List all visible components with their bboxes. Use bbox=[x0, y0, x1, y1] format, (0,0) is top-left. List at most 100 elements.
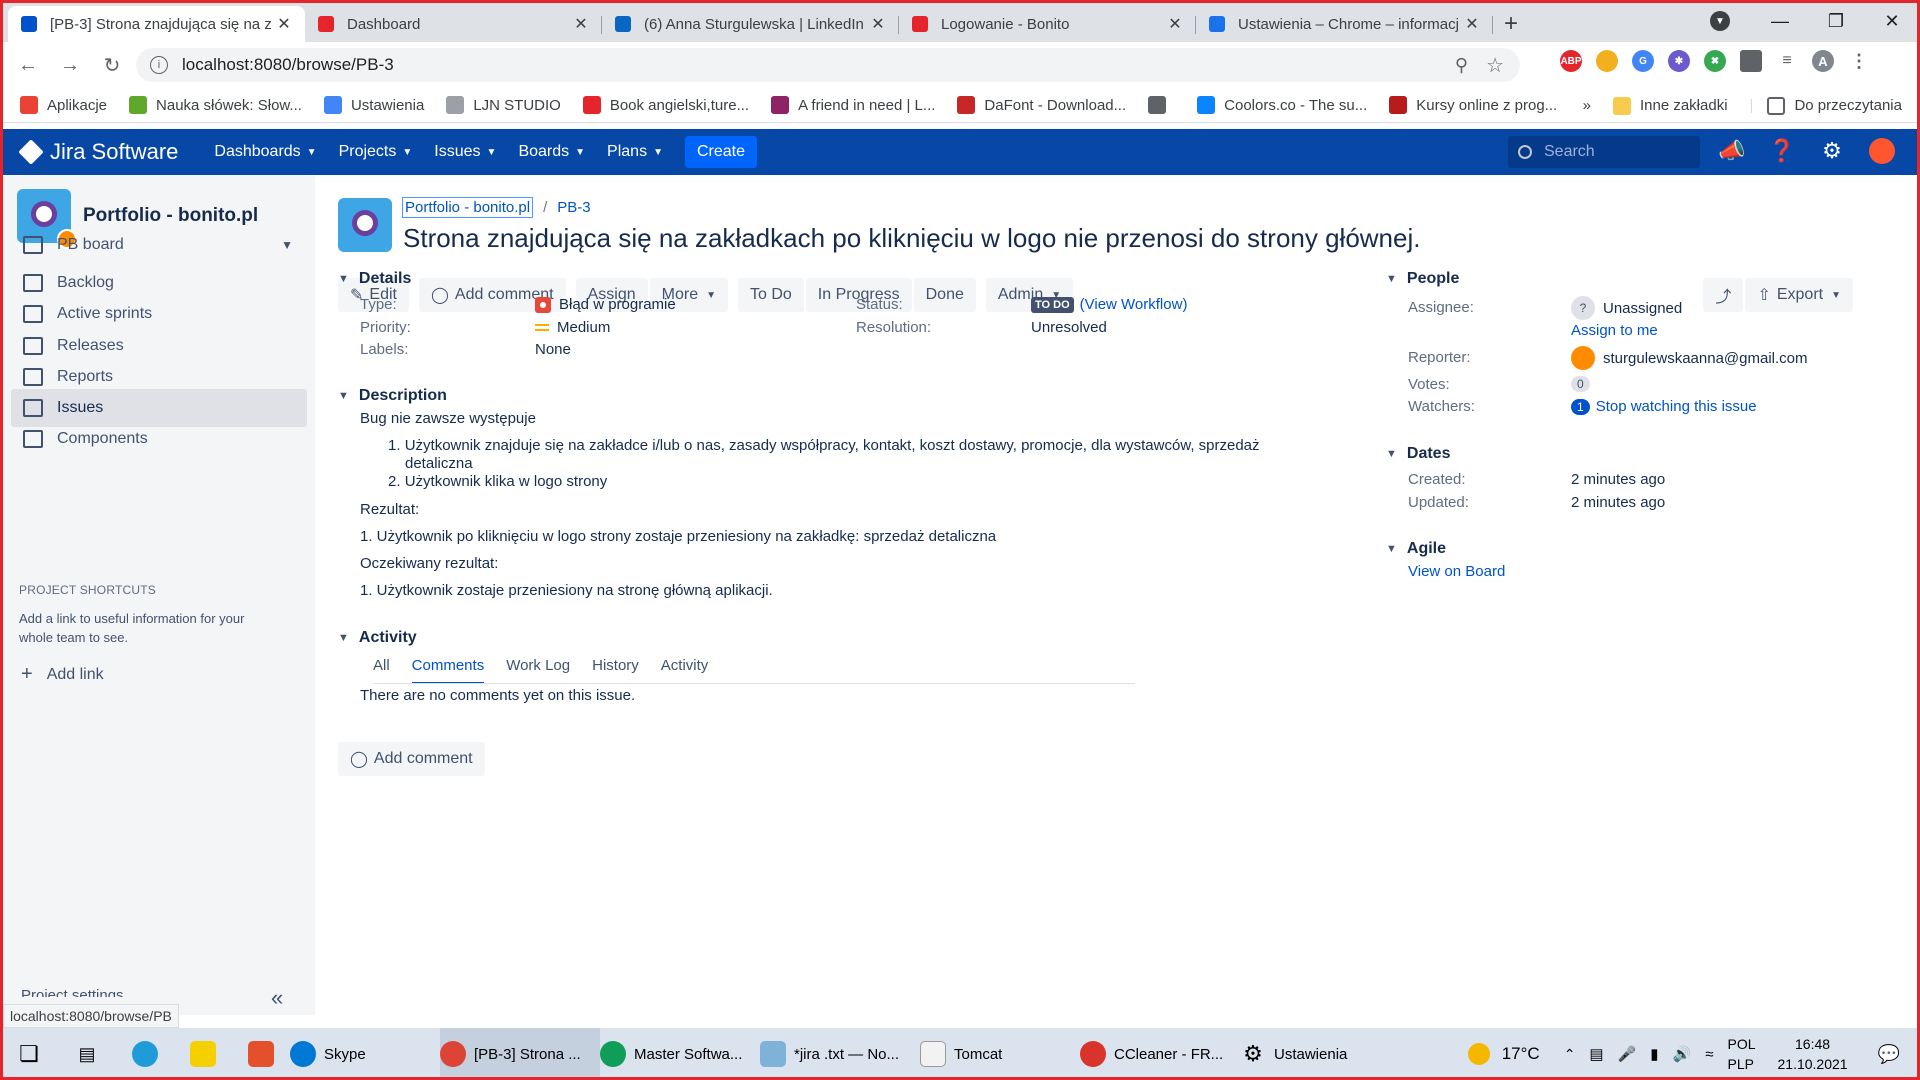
taskbar-app-settings[interactable]: ⚙ Ustawienia bbox=[1240, 1028, 1390, 1080]
close-window-icon[interactable]: ✕ bbox=[1864, 0, 1920, 42]
reporter-text[interactable]: sturgulewskaanna@gmail.com bbox=[1603, 350, 1808, 367]
tab-history[interactable]: History bbox=[592, 657, 639, 684]
office-icon[interactable] bbox=[232, 1028, 290, 1080]
jira-logo[interactable]: Jira Software bbox=[18, 139, 178, 165]
menu-projects[interactable]: Projects ▼ bbox=[339, 143, 413, 161]
assign-to-me-link[interactable]: Assign to me bbox=[1571, 322, 1658, 339]
address-bar[interactable]: i localhost:8080/browse/PB-3 ⚲ ☆ bbox=[136, 48, 1520, 82]
export-button[interactable]: ⇧ Export ▼ bbox=[1745, 278, 1853, 312]
bookmark-item[interactable]: LJN STUDIO bbox=[446, 96, 561, 114]
minimize-icon[interactable]: — bbox=[1752, 0, 1808, 42]
gear-icon[interactable]: ⚙ bbox=[1816, 135, 1848, 167]
adblock-icon[interactable]: ABP bbox=[1560, 50, 1582, 72]
help-icon[interactable]: ❓ bbox=[1766, 135, 1798, 167]
tab-work-log[interactable]: Work Log bbox=[506, 657, 570, 684]
megaphone-icon[interactable]: 📣 bbox=[1716, 135, 1748, 167]
details-section-header[interactable]: ▼ Details bbox=[338, 270, 411, 288]
extension-icon[interactable]: ✖ bbox=[1704, 50, 1726, 72]
issue-title[interactable]: Strona znajdująca się na zakładkach po k… bbox=[403, 223, 1420, 254]
taskbar-app-skype[interactable]: Skype bbox=[290, 1028, 440, 1080]
close-tab-icon[interactable]: ✕ bbox=[572, 14, 590, 34]
reading-list-icon[interactable]: ≡ bbox=[1776, 50, 1798, 72]
breadcrumb-project[interactable]: Portfolio - bonito.pl bbox=[402, 197, 534, 218]
watchers-count[interactable]: 1 bbox=[1571, 398, 1590, 415]
site-info-icon[interactable]: i bbox=[150, 56, 168, 74]
share-button[interactable]: ⤴ bbox=[1703, 278, 1744, 312]
forward-icon[interactable]: → bbox=[52, 47, 88, 83]
breadcrumb-issue-key[interactable]: PB-3 bbox=[557, 199, 590, 216]
wifi-icon[interactable]: ≈ bbox=[1705, 1046, 1713, 1063]
task-view-icon[interactable]: ▤ bbox=[58, 1028, 116, 1080]
description-section-header[interactable]: ▼ Description bbox=[338, 387, 447, 405]
people-section-header[interactable]: ▼ People bbox=[1386, 270, 1459, 288]
new-tab-icon[interactable]: + bbox=[1493, 6, 1529, 42]
zoom-icon[interactable]: ⚲ bbox=[1455, 55, 1468, 76]
taskbar-app-notepad[interactable]: *jira .txt — No... bbox=[760, 1028, 920, 1080]
board-selector[interactable]: PB board ▼ bbox=[11, 226, 307, 264]
done-button[interactable]: Done bbox=[913, 278, 976, 312]
project-settings-link[interactable]: Project settings bbox=[21, 987, 124, 997]
create-button[interactable]: Create bbox=[684, 136, 758, 168]
bookmark-item[interactable]: Book angielski,ture... bbox=[582, 96, 749, 114]
edge-icon[interactable] bbox=[116, 1028, 174, 1080]
menu-dashboards[interactable]: Dashboards ▼ bbox=[214, 143, 316, 161]
bookmark-item[interactable] bbox=[1148, 96, 1175, 114]
reading-list[interactable]: Do przeczytania bbox=[1767, 96, 1902, 115]
volume-icon[interactable]: 🔊 bbox=[1673, 1045, 1692, 1063]
profile-avatar[interactable]: A bbox=[1812, 50, 1834, 72]
taskbar-app-chrome-jira[interactable]: [PB-3] Strona ... bbox=[440, 1028, 600, 1080]
bookmark-item[interactable]: Kursy online z prog... bbox=[1389, 96, 1557, 114]
close-tab-icon[interactable]: ✕ bbox=[1463, 14, 1481, 34]
bookmarks-overflow-icon[interactable]: » bbox=[1583, 97, 1591, 114]
votes-value[interactable]: 0 bbox=[1571, 376, 1590, 392]
browser-tab[interactable]: Ustawienia – Chrome – informacj ✕ bbox=[1196, 6, 1493, 42]
taskbar-app-tomcat[interactable]: Tomcat bbox=[920, 1028, 1080, 1080]
reload-icon[interactable]: ↻ bbox=[94, 47, 130, 83]
stop-watching-link[interactable]: Stop watching this issue bbox=[1596, 398, 1757, 415]
view-workflow-link[interactable]: (View Workflow) bbox=[1080, 296, 1188, 313]
browser-tab[interactable]: [PB-3] Strona znajdująca się na z ✕ bbox=[8, 6, 305, 42]
sidebar-item-components[interactable]: Components bbox=[11, 420, 307, 458]
bookmark-folder-other[interactable]: Inne zakładki bbox=[1612, 96, 1728, 115]
user-avatar[interactable] bbox=[1866, 135, 1898, 167]
bookmark-star-icon[interactable]: ☆ bbox=[1486, 53, 1504, 78]
menu-dots-icon[interactable]: ⋮ bbox=[1848, 50, 1870, 72]
view-on-board-link[interactable]: View on Board bbox=[1408, 563, 1505, 580]
chevron-up-icon[interactable]: ⌃ bbox=[1564, 1046, 1576, 1063]
menu-plans[interactable]: Plans ▼ bbox=[607, 143, 663, 161]
microphone-icon[interactable]: 🎤 bbox=[1618, 1045, 1637, 1063]
extension-icon[interactable]: ✱ bbox=[1668, 50, 1690, 72]
search-input[interactable]: Search bbox=[1508, 136, 1700, 168]
agile-section-header[interactable]: ▼ Agile bbox=[1386, 540, 1446, 558]
collapse-sidebar-icon[interactable]: « bbox=[271, 985, 283, 1011]
language-indicator[interactable]: POL PLP bbox=[1727, 1034, 1755, 1074]
bookmark-item[interactable]: Coolors.co - The su... bbox=[1197, 96, 1367, 114]
weather-sun-icon[interactable] bbox=[1467, 1043, 1490, 1065]
clock[interactable]: 16:48 21.10.2021 bbox=[1778, 1034, 1848, 1074]
menu-issues[interactable]: Issues ▼ bbox=[434, 143, 496, 161]
temperature[interactable]: 17°C bbox=[1502, 1044, 1540, 1064]
menu-boards[interactable]: Boards ▼ bbox=[518, 143, 585, 161]
puzzle-icon[interactable] bbox=[1740, 50, 1762, 72]
taskbar-app-ccleaner[interactable]: CCleaner - FR... bbox=[1080, 1028, 1240, 1080]
translate-icon[interactable]: G bbox=[1632, 50, 1654, 72]
bookmark-item[interactable]: A friend in need | L... bbox=[771, 96, 935, 114]
taskbar-app-chrome-master[interactable]: Master Softwa... bbox=[600, 1028, 760, 1080]
close-tab-icon[interactable]: ✕ bbox=[1166, 14, 1184, 34]
bookmark-item[interactable]: DaFont - Download... bbox=[957, 96, 1126, 114]
browser-tab[interactable]: Logowanie - Bonito ✕ bbox=[899, 6, 1196, 42]
tab-all[interactable]: All bbox=[373, 657, 390, 684]
battery-icon[interactable]: ▮ bbox=[1650, 1045, 1658, 1063]
bookmark-item[interactable]: Nauka słówek: Słow... bbox=[129, 96, 302, 114]
back-icon[interactable]: ← bbox=[10, 47, 46, 83]
add-comment-bottom-button[interactable]: ◯ Add comment bbox=[338, 742, 485, 776]
todo-button[interactable]: To Do bbox=[738, 278, 804, 312]
bookmark-item[interactable]: Ustawienia bbox=[323, 96, 424, 114]
sticky-notes-icon[interactable] bbox=[174, 1028, 232, 1080]
dates-section-header[interactable]: ▼ Dates bbox=[1386, 445, 1450, 463]
start-icon[interactable]: ❏ bbox=[0, 1028, 58, 1080]
notifications-icon[interactable]: 💬 bbox=[1878, 1044, 1900, 1065]
add-link-button[interactable]: + Add link bbox=[21, 663, 104, 686]
browser-tab[interactable]: Dashboard ✕ bbox=[305, 6, 602, 42]
tab-activity[interactable]: Activity bbox=[661, 657, 709, 684]
